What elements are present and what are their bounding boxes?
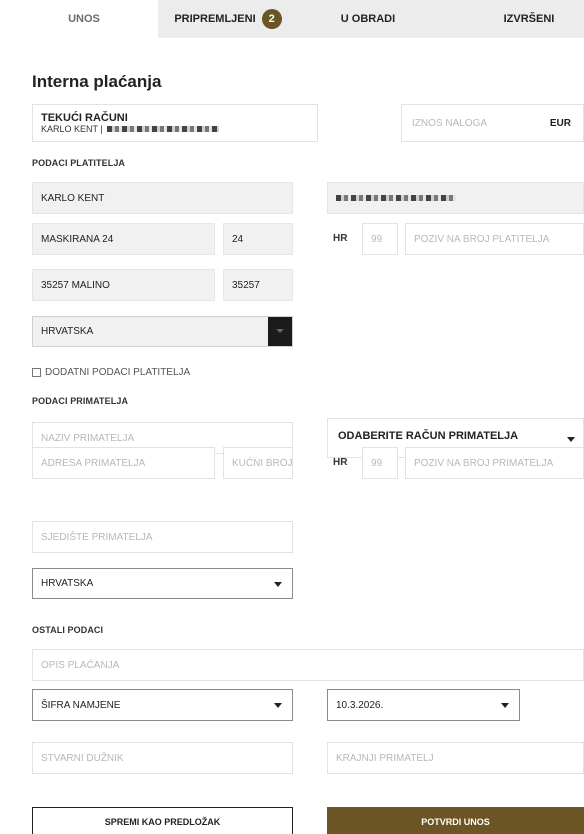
payer-reference-placeholder: POZIV NA BROJ PLATITELJA [414,233,550,245]
tab-izvrseni[interactable]: IZVRŠENI [438,0,584,38]
payee-model-placeholder: 99 [371,457,383,469]
payee-reference-placeholder: POZIV NA BROJ PRIMATELJA [414,457,554,469]
tab-label: U OBRADI [340,13,396,25]
payer-extra-data-toggle[interactable]: DODATNI PODACI PLATITELJA [32,367,190,378]
payer-postal-code: 35257 [232,279,260,291]
payer-house-number-field: 24 [223,223,293,255]
payee-name-placeholder: NAZIV PRIMATELJA [41,432,135,444]
tab-pripremljeni[interactable]: PRIPREMLJENI 2 [158,0,298,38]
payee-account-select-label: ODABERITE RAČUN PRIMATELJA [338,430,519,442]
chevron-down-icon [567,437,575,442]
payee-house-number-placeholder: KUĆNI BROJ [232,457,293,469]
payer-model-placeholder: 99 [371,233,383,245]
payment-description-input[interactable]: OPIS PLAĆANJA [32,649,584,681]
payer-section-label: PODACI PLATITELJA [32,158,126,168]
payer-street: MASKIRANA 24 [41,233,114,245]
purpose-code-label: ŠIFRA NAMJENE [41,699,121,711]
payer-model-input[interactable]: 99 [362,223,398,255]
account-selector[interactable]: TEKUĆI RAČUNI KARLO KENT | [32,104,318,142]
payee-country-select[interactable]: HRVATSKA [32,568,293,599]
date-value: 10.3.2026. [336,699,384,711]
payee-reference-input[interactable]: POZIV NA BROJ PRIMATELJA [405,447,584,479]
payer-street-field: MASKIRANA 24 [32,223,215,255]
final-payee-input[interactable]: KRAJNJI PRIMATELJ [327,742,584,774]
payee-country: HRVATSKA [41,578,94,589]
payee-house-number-input[interactable]: KUĆNI BROJ [223,447,293,479]
amount-input[interactable]: IZNOS NALOGA EUR [401,104,584,142]
amount-placeholder: IZNOS NALOGA [412,117,488,129]
payer-iban-field [327,182,584,214]
actual-debtor-placeholder: STVARNI DUŽNIK [41,752,124,764]
confirm-entry-button[interactable]: POTVRDI UNOS [327,807,584,834]
payer-country: HRVATSKA [41,326,94,337]
payee-address-placeholder: ADRESA PRIMATELJA [41,457,146,469]
other-section-label: OSTALI PODACI [32,625,104,635]
account-owner: KARLO KENT | [41,124,103,134]
payer-country-select[interactable]: HRVATSKA [32,316,293,347]
payer-postal-code-field: 35257 [223,269,293,301]
date-select[interactable]: 10.3.2026. [327,689,520,721]
tab-u-obradi[interactable]: U OBRADI [298,0,438,38]
chevron-down-icon [274,703,282,708]
payee-seat-input[interactable]: SJEDIŠTE PRIMATELJA [32,521,293,553]
tab-bar: UNOS PRIPREMLJENI 2 U OBRADI IZVRŠENI [10,0,584,38]
account-title: TEKUĆI RAČUNI [41,112,128,124]
payer-extra-data-label: DODATNI PODACI PLATITELJA [45,367,191,378]
actual-debtor-input[interactable]: STVARNI DUŽNIK [32,742,293,774]
save-template-label: SPREMI KAO PREDLOŽAK [104,817,221,827]
chevron-down-icon [501,703,509,708]
page-title: Interna plaćanja [32,72,162,91]
count-badge: 2 [261,9,282,29]
payee-address-input[interactable]: ADRESA PRIMATELJA [32,447,215,479]
checkbox-icon[interactable] [32,368,41,377]
tab-unos[interactable]: UNOS [10,0,158,38]
tab-label: PRIPREMLJENI [174,13,256,25]
masked-iban [336,195,456,201]
chevron-down-icon [274,581,282,587]
currency-label: EUR [549,117,571,129]
chevron-down-icon [268,317,292,346]
payee-section-label: PODACI PRIMATELJA [32,396,129,406]
payer-reference-input[interactable]: POZIV NA BROJ PLATITELJA [405,223,584,255]
tab-label: IZVRŠENI [503,13,555,25]
payer-model-prefix: HR [333,233,348,244]
payee-model-prefix: HR [333,457,348,468]
payee-model-input[interactable]: 99 [362,447,398,479]
payer-name-field: KARLO KENT [32,182,293,214]
save-template-button[interactable]: SPREMI KAO PREDLOŽAK [32,807,293,834]
confirm-entry-label: POTVRDI UNOS [421,817,490,827]
payer-city: 35257 MALINO [41,279,110,291]
payer-name: KARLO KENT [41,192,105,204]
payer-city-field: 35257 MALINO [32,269,215,301]
payee-seat-placeholder: SJEDIŠTE PRIMATELJA [41,531,153,543]
payer-house-number: 24 [232,233,244,245]
final-payee-placeholder: KRAJNJI PRIMATELJ [336,752,434,764]
payment-description-placeholder: OPIS PLAĆANJA [41,659,120,671]
masked-account-number [106,126,219,132]
tab-label: UNOS [68,13,100,25]
purpose-code-select[interactable]: ŠIFRA NAMJENE [32,689,293,721]
